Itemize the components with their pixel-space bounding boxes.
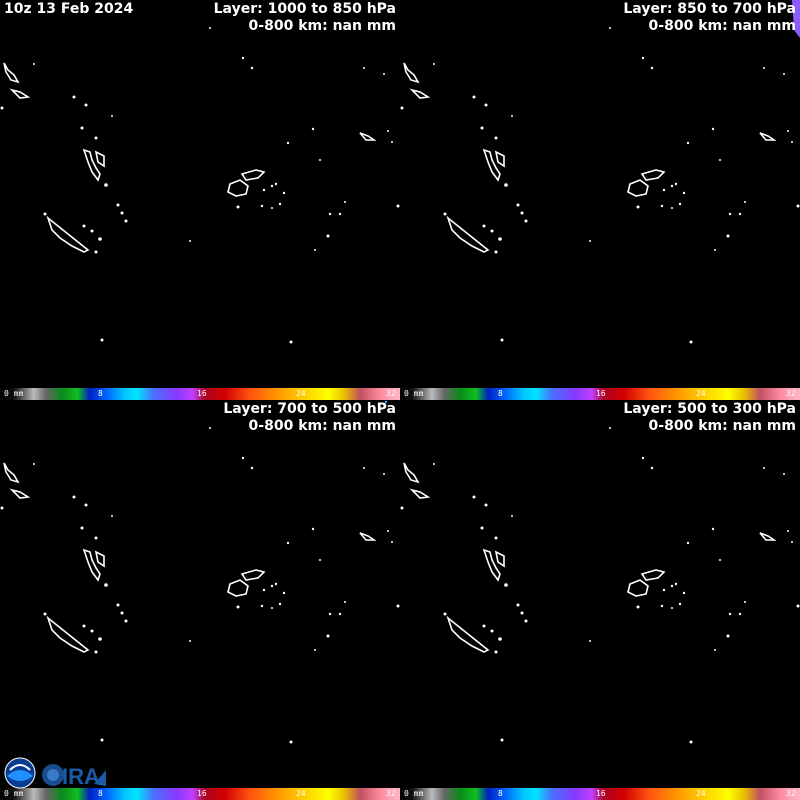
tpw-value: 0-800 km: nan mm	[648, 418, 796, 434]
colorbar: 0 mm 8 16 24 32	[400, 388, 800, 400]
colorbar-tick-32: 32	[786, 789, 796, 798]
colorbar-tick-0: 0 mm	[404, 789, 424, 798]
colorbar: 0 mm 8 16 24 32	[2, 388, 400, 400]
layer-label: Layer: 500 to 300 hPa	[623, 401, 796, 417]
colorbar-tick-24: 24	[696, 389, 706, 398]
colorbar-tick-32: 32	[786, 389, 796, 398]
panel-title: Layer: 700 to 500 hPa 0-800 km: nan mm	[223, 401, 396, 435]
layer-label: Layer: 700 to 500 hPa	[223, 401, 396, 417]
coastline-map	[0, 400, 400, 744]
noaa-logo-icon	[4, 757, 36, 789]
colorbar-tick-16: 16	[197, 789, 207, 798]
valid-time: 10z 13 Feb 2024	[4, 1, 134, 17]
panel-title: Layer: 850 to 700 hPa 0-800 km: nan mm	[623, 1, 796, 35]
map-panel-850-700: Layer: 850 to 700 hPa 0-800 km: nan mm 0…	[400, 0, 800, 400]
tpw-value: 0-800 km: nan mm	[248, 418, 396, 434]
colorbar-tick-8: 8	[498, 389, 503, 398]
colorbar-tick-24: 24	[296, 789, 306, 798]
colorbar-tick-8: 8	[98, 389, 103, 398]
panel-title: Layer: 1000 to 850 hPa 0-800 km: nan mm	[214, 1, 396, 35]
layer-label: Layer: 850 to 700 hPa	[623, 1, 796, 17]
panel-title: Layer: 500 to 300 hPa 0-800 km: nan mm	[623, 401, 796, 435]
svg-text:IRA: IRA	[62, 764, 100, 789]
layer-label: Layer: 1000 to 850 hPa	[213, 1, 396, 17]
map-panel-700-500: Layer: 700 to 500 hPa 0-800 km: nan mm 0…	[0, 400, 400, 800]
colorbar-tick-24: 24	[696, 789, 706, 798]
colorbar: 0 mm 8 16 24 32	[400, 788, 800, 800]
colorbar-tick-8: 8	[498, 789, 503, 798]
colorbar-tick-0: 0 mm	[4, 389, 24, 398]
colorbar-tick-24: 24	[296, 389, 306, 398]
coastline-map	[0, 27, 400, 344]
tpw-value: 0-800 km: nan mm	[648, 18, 796, 34]
colorbar-tick-16: 16	[197, 389, 207, 398]
colorbar-tick-16: 16	[596, 789, 606, 798]
colorbar-tick-32: 32	[386, 389, 396, 398]
agency-logos: IRA	[4, 757, 106, 789]
map-panel-500-300: Layer: 500 to 300 hPa 0-800 km: nan mm 0…	[400, 400, 800, 800]
tpw-value: 0-800 km: nan mm	[248, 18, 396, 34]
map-panel-1000-850: 10z 13 Feb 2024 Layer: 1000 to 850 hPa 0…	[0, 0, 400, 400]
coastline-map	[400, 0, 800, 344]
cira-logo-icon: IRA	[42, 764, 106, 789]
colorbar-tick-32: 32	[386, 789, 396, 798]
coastline-map	[400, 427, 800, 744]
colorbar-tick-0: 0 mm	[404, 389, 424, 398]
colorbar-tick-16: 16	[596, 389, 606, 398]
